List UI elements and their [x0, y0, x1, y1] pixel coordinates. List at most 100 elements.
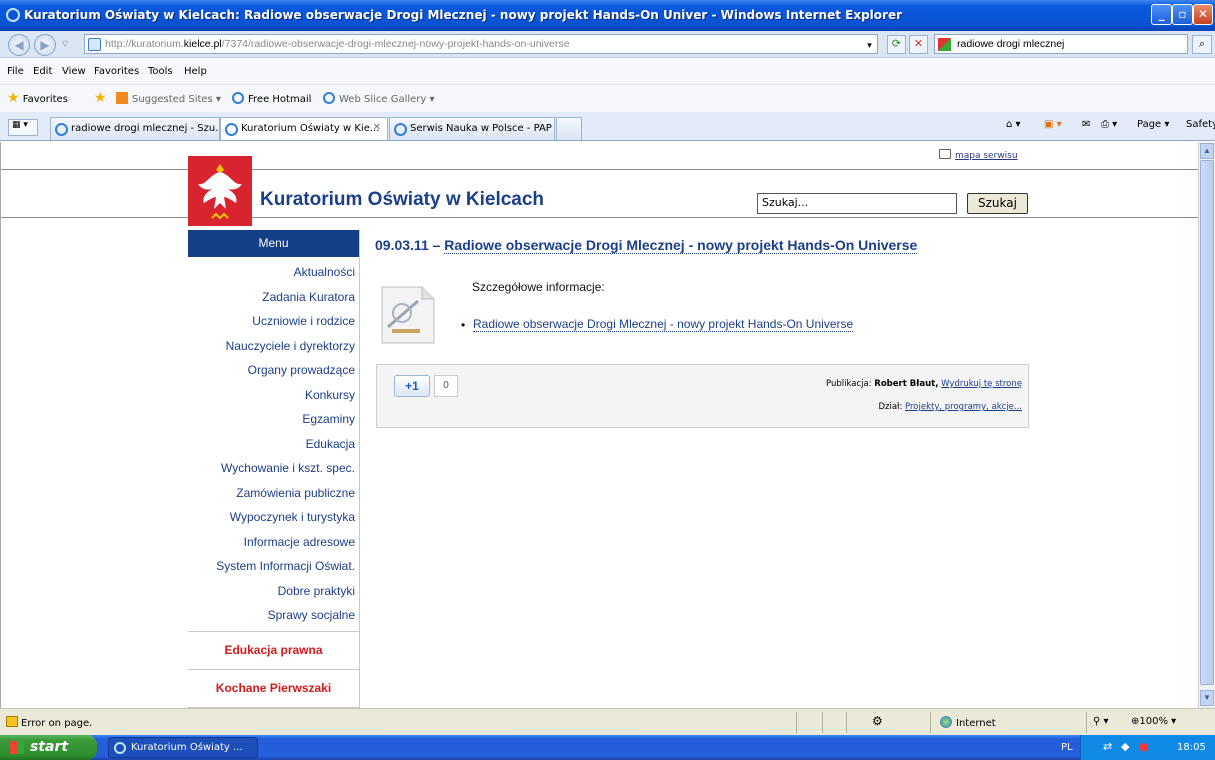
- maximize-button[interactable]: ▫: [1172, 4, 1193, 25]
- privacy-icon[interactable]: ⚙: [872, 714, 883, 728]
- tray-shield-icon[interactable]: ◆: [1121, 740, 1129, 753]
- menu-help[interactable]: Help: [184, 66, 207, 77]
- add-favorite-icon[interactable]: ★: [94, 90, 107, 106]
- menu-favorites[interactable]: Favorites: [94, 66, 139, 77]
- security-zone[interactable]: Internet: [940, 716, 996, 729]
- status-separator: [930, 712, 931, 733]
- menu-item-system-informacji[interactable]: System Informacji Oświat.: [188, 554, 359, 579]
- screen: Kuratorium Oświaty w Kielcach: Radiowe o…: [0, 0, 1215, 760]
- scroll-thumb[interactable]: [1200, 160, 1214, 685]
- status-separator: [796, 712, 797, 733]
- url-path: /7374/radiowe-obserwacje-drogi-mlecznej-…: [221, 38, 570, 50]
- history-dropdown-icon[interactable]: ▽: [62, 39, 68, 48]
- site-search-input[interactable]: Szukaj...: [757, 193, 957, 214]
- start-button[interactable]: start: [0, 735, 97, 760]
- menu-item-zamowienia-publiczne[interactable]: Zamówienia publiczne: [188, 481, 359, 506]
- zone-text: Internet: [956, 718, 996, 729]
- forward-button[interactable]: ▶: [34, 34, 56, 56]
- stop-icon[interactable]: ✕: [909, 35, 928, 54]
- department-label: Dział:: [878, 402, 903, 412]
- ie-icon: [225, 123, 238, 136]
- article-title-link[interactable]: Radiowe obserwacje Drogi Mlecznej - nowy…: [444, 237, 918, 254]
- error-status[interactable]: Error on page.: [6, 716, 92, 729]
- menu-item-konkursy[interactable]: Konkursy: [188, 383, 359, 408]
- url-field[interactable]: http://kuratorium.kielce.pl/7374/radiowe…: [84, 34, 878, 54]
- menu-item-uczniowie-i-rodzice[interactable]: Uczniowie i rodzice: [188, 309, 359, 334]
- zoom-control[interactable]: ⊕100% ▾: [1131, 716, 1176, 727]
- print-page-link[interactable]: Wydrukuj tę stronę: [941, 379, 1022, 389]
- window-title-bar[interactable]: Kuratorium Oświaty w Kielcach: Radiowe o…: [0, 0, 1215, 31]
- suggested-sites[interactable]: Suggested Sites ▾: [116, 92, 221, 105]
- menu-item-egzaminy[interactable]: Egzaminy: [188, 407, 359, 432]
- warning-icon: [6, 716, 18, 727]
- close-tab-icon[interactable]: ✕: [373, 122, 381, 133]
- refresh-icon[interactable]: ⟳: [887, 35, 906, 54]
- safety-menu[interactable]: Safety ▾: [1186, 119, 1215, 130]
- menu-tools[interactable]: Tools: [148, 66, 173, 77]
- menu-item-aktualnosci[interactable]: Aktualności: [188, 260, 359, 285]
- ie-icon: [114, 742, 126, 754]
- menu-kochane-pierwszaki[interactable]: Kochane Pierwszaki: [188, 668, 359, 707]
- coat-of-arms-logo[interactable]: [188, 156, 252, 226]
- tray-alert-icon[interactable]: ●: [1139, 740, 1149, 753]
- department-link[interactable]: Projekty, programy, akcje...: [905, 402, 1022, 412]
- sitemap-link[interactable]: mapa serwisu: [939, 149, 1018, 161]
- header-bottom-line: [1, 217, 1198, 218]
- status-separator: [822, 712, 823, 733]
- department-info: Dział: Projekty, programy, akcje...: [878, 402, 1022, 412]
- free-hotmail[interactable]: Free Hotmail: [232, 92, 311, 105]
- scroll-down-icon[interactable]: ▼: [1200, 690, 1214, 706]
- menu-item-nauczyciele-i-dyrektorzy[interactable]: Nauczyciele i dyrektorzy: [188, 334, 359, 359]
- tab-search[interactable]: radiowe drogi mlecznej - Szu...: [50, 117, 220, 140]
- search-provider-input[interactable]: radiowe drogi mlecznej: [934, 34, 1188, 54]
- google-plus-one-button[interactable]: +1: [394, 375, 430, 397]
- scroll-up-icon[interactable]: ▲: [1200, 143, 1214, 159]
- eagle-icon: [198, 164, 242, 220]
- menu-item-wychowanie[interactable]: Wychowanie i kszt. spec.: [188, 456, 359, 481]
- vertical-scrollbar[interactable]: ▲ ▼: [1198, 142, 1215, 708]
- star-icon: ★: [7, 90, 20, 106]
- menu-item-wypoczynek[interactable]: Wypoczynek i turystyka: [188, 505, 359, 530]
- page-menu[interactable]: Page ▾: [1137, 119, 1169, 130]
- web-slice-gallery[interactable]: Web Slice Gallery ▾: [323, 92, 435, 105]
- tab-kuratorium[interactable]: Kuratorium Oświaty w Kie... ✕: [220, 117, 388, 140]
- header-top-line: [1, 169, 1198, 170]
- mail-icon[interactable]: ✉: [1082, 119, 1090, 130]
- print-icon[interactable]: ⎙ ▾: [1101, 119, 1117, 130]
- menu-item-dobre-praktyki[interactable]: Dobre praktyki: [188, 579, 359, 604]
- tab-label: radiowe drogi mlecznej - Szu...: [71, 123, 220, 134]
- quick-tabs-icon[interactable]: ▦ ▾: [8, 119, 38, 136]
- menu-edit[interactable]: Edit: [33, 66, 52, 77]
- minimize-button[interactable]: _: [1151, 4, 1172, 25]
- menu-item-organy-prowadzace[interactable]: Organy prowadzące: [188, 358, 359, 383]
- search-value: radiowe drogi mlecznej: [957, 38, 1065, 50]
- site-title[interactable]: Kuratorium Oświaty w Kielcach: [260, 189, 544, 211]
- plus-one-count: 0: [434, 375, 458, 397]
- menu-item-informacje-adresowe[interactable]: Informacje adresowe: [188, 530, 359, 555]
- side-menu: Menu Aktualności Zadania Kuratora Ucznio…: [188, 230, 360, 708]
- menu-edukacja-prawna[interactable]: Edukacja prawna: [188, 630, 359, 669]
- home-icon[interactable]: ⌂ ▾: [1006, 119, 1021, 130]
- favorites-button[interactable]: ★ Favorites: [7, 90, 68, 106]
- taskbar-ie-window[interactable]: Kuratorium Oświaty ...: [108, 737, 258, 758]
- close-button[interactable]: ✕: [1193, 4, 1213, 25]
- tray-network-icon[interactable]: ⇄: [1103, 740, 1112, 753]
- start-label: start: [30, 739, 69, 755]
- article-details-link[interactable]: Radiowe obserwacje Drogi Mlecznej - nowy…: [473, 317, 854, 332]
- back-button[interactable]: ◀: [8, 34, 30, 56]
- language-indicator[interactable]: PL: [1061, 742, 1073, 753]
- site-search-button[interactable]: Szukaj: [967, 193, 1028, 214]
- protected-mode-icon[interactable]: ⚲ ▾: [1093, 716, 1109, 727]
- search-go-icon[interactable]: ⌕: [1192, 35, 1212, 54]
- publication-author: Robert Błaut,: [874, 379, 939, 389]
- tab-pap[interactable]: Serwis Nauka w Polsce - PAP ...: [389, 117, 555, 140]
- new-tab-button[interactable]: [556, 117, 582, 140]
- menu-file[interactable]: File: [7, 66, 24, 77]
- url-dropdown-icon[interactable]: ▾: [860, 37, 879, 56]
- article-footer: +1 0 Publikacja: Robert Błaut, Wydrukuj …: [376, 364, 1029, 428]
- menu-view[interactable]: View: [62, 66, 86, 77]
- menu-item-zadania-kuratora[interactable]: Zadania Kuratora: [188, 285, 359, 310]
- menu-item-sprawy-socjalne[interactable]: Sprawy socjalne: [188, 603, 359, 628]
- feeds-icon[interactable]: ▣ ▾: [1044, 119, 1062, 130]
- menu-item-edukacja[interactable]: Edukacja: [188, 432, 359, 457]
